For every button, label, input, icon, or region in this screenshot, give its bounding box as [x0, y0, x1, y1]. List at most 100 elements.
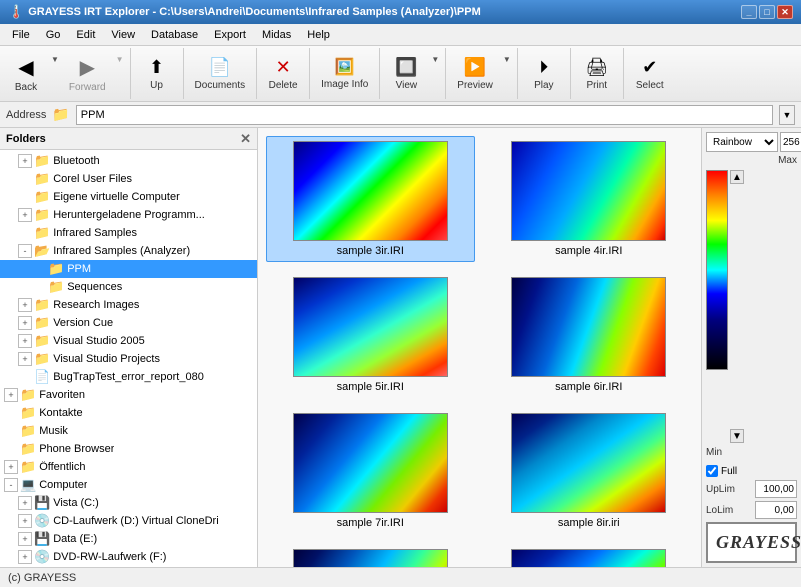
print-button[interactable]: 🖨 Print: [575, 49, 619, 99]
tree-expander[interactable]: +: [4, 460, 18, 474]
tree-item[interactable]: + 📱 Nokia Phone Browser: [0, 566, 257, 567]
tree-expander[interactable]: +: [18, 550, 32, 564]
select-button[interactable]: ✔ Select: [628, 49, 672, 99]
tree-expander[interactable]: +: [18, 532, 32, 546]
menu-export[interactable]: Export: [206, 26, 254, 43]
file-label: sample 6ir.IRI: [555, 381, 622, 393]
tree-expander[interactable]: +: [18, 208, 32, 222]
file-item[interactable]: sample 5ir.IRI: [266, 272, 475, 398]
file-item[interactable]: sample 3ir.IRI: [266, 136, 475, 262]
tree-item[interactable]: + 📁 Favoriten: [0, 386, 257, 404]
folders-close-button[interactable]: ✕: [240, 131, 251, 147]
tree-item[interactable]: 📄 BugTrapTest_error_report_080: [0, 368, 257, 386]
documents-button[interactable]: 📄 Documents: [188, 49, 253, 99]
tree-expander[interactable]: +: [18, 316, 32, 330]
tree-item[interactable]: - 💻 Computer: [0, 476, 257, 494]
tree-item[interactable]: + 📁 Visual Studio 2005: [0, 332, 257, 350]
tree-expander[interactable]: -: [4, 478, 18, 492]
folder-icon: 📄: [34, 369, 50, 385]
toolbar-imageinfo-group: 🖼️ Image Info: [314, 48, 380, 99]
tree-item[interactable]: + 💿 CD-Laufwerk (D:) Virtual CloneDri: [0, 512, 257, 530]
tree-expander[interactable]: +: [18, 154, 32, 168]
tree-item[interactable]: + 💾 Vista (C:): [0, 494, 257, 512]
file-item[interactable]: sample 4ir.IRI: [485, 136, 694, 262]
tree-item[interactable]: - 📂 Infrared Samples (Analyzer): [0, 242, 257, 260]
tree-item[interactable]: 📁 Phone Browser: [0, 440, 257, 458]
tree-item[interactable]: + 📁 Öffentlich: [0, 458, 257, 476]
view-arrow[interactable]: ▼: [429, 49, 441, 99]
delete-button[interactable]: ✕ Delete: [261, 49, 305, 99]
maximize-button[interactable]: □: [759, 5, 775, 19]
toolbar-docs-group: 📄 Documents: [188, 48, 258, 99]
file-item[interactable]: sample 6ir.IRI: [485, 272, 694, 398]
uplim-label: UpLim: [706, 484, 735, 495]
menu-go[interactable]: Go: [38, 26, 69, 43]
up-icon: ⬆: [149, 57, 164, 78]
file-item[interactable]: sample 8ir.iri: [485, 408, 694, 534]
menu-database[interactable]: Database: [143, 26, 206, 43]
back-arrow[interactable]: ▼: [49, 49, 61, 99]
menu-file[interactable]: File: [4, 26, 38, 43]
preview-arrow[interactable]: ▼: [501, 49, 513, 99]
menu-view[interactable]: View: [103, 26, 143, 43]
tree-item[interactable]: + 📁 Visual Studio Projects: [0, 350, 257, 368]
tree-expander[interactable]: -: [18, 244, 32, 258]
tree-item[interactable]: + 💾 Data (E:): [0, 530, 257, 548]
tree-expander[interactable]: +: [18, 334, 32, 348]
view-button[interactable]: 🔲 View: [384, 49, 428, 99]
close-button[interactable]: ✕: [777, 5, 793, 19]
file-item[interactable]: sample 7ir.IRI: [266, 408, 475, 534]
address-input[interactable]: [76, 105, 773, 125]
tree-item[interactable]: 📁 Kontakte: [0, 404, 257, 422]
full-checkbox[interactable]: [706, 465, 718, 477]
image-info-label: Image Info: [321, 79, 368, 90]
play-button[interactable]: ⏵ Play: [522, 49, 566, 99]
lolim-input[interactable]: [755, 501, 797, 519]
scale-down-button[interactable]: ▼: [730, 429, 744, 443]
tree-item[interactable]: 📁 Infrared Samples: [0, 224, 257, 242]
uplim-input[interactable]: [755, 480, 797, 498]
folders-panel: Folders ✕ + 📁 Bluetooth 📁 Corel User Fil…: [0, 128, 258, 567]
file-item[interactable]: sample 10ir.IRI: [485, 544, 694, 567]
tree-expander[interactable]: +: [18, 496, 32, 510]
scale-up-button[interactable]: ▲: [730, 170, 744, 184]
tree-item[interactable]: + 📁 Bluetooth: [0, 152, 257, 170]
tree-item[interactable]: + 💿 DVD-RW-Laufwerk (F:): [0, 548, 257, 566]
image-info-button[interactable]: 🖼️ Image Info: [314, 49, 375, 99]
forward-arrow[interactable]: ▼: [114, 49, 126, 99]
minimize-button[interactable]: _: [741, 5, 757, 19]
file-item[interactable]: sample 9ir.IRI: [266, 544, 475, 567]
tree-item[interactable]: 📁 Eigene virtuelle Computer: [0, 188, 257, 206]
back-button[interactable]: ◀ Back: [4, 49, 48, 99]
forward-button[interactable]: ▶ Forward: [62, 49, 113, 99]
tree-item[interactable]: + 📁 Heruntergeladene Programm...: [0, 206, 257, 224]
tree-item[interactable]: + 📁 Version Cue: [0, 314, 257, 332]
tree-expander[interactable]: +: [18, 298, 32, 312]
up-button[interactable]: ⬆ Up: [135, 49, 179, 99]
tree-expander[interactable]: +: [18, 514, 32, 528]
file-label: sample 8ir.iri: [558, 517, 620, 529]
tree-item[interactable]: + 📁 Research Images: [0, 296, 257, 314]
tree-item[interactable]: 📁 Sequences: [0, 278, 257, 296]
tree-expander: [4, 406, 18, 420]
toolbar-select-group: ✔ Select: [628, 48, 676, 99]
folder-icon: 💾: [34, 531, 50, 547]
view-label: View: [396, 80, 418, 91]
tree-item[interactable]: 📁 Musik: [0, 422, 257, 440]
tree-item[interactable]: 📁 PPM: [0, 260, 257, 278]
menu-edit[interactable]: Edit: [68, 26, 103, 43]
tree-expander[interactable]: +: [4, 388, 18, 402]
address-dropdown[interactable]: ▼: [779, 105, 795, 125]
preview-button[interactable]: ▶️ Preview: [450, 49, 500, 99]
menu-midas[interactable]: Midas: [254, 26, 299, 43]
scale-palette-dropdown[interactable]: Rainbow Grayscale Iron: [706, 132, 778, 152]
folders-tree[interactable]: + 📁 Bluetooth 📁 Corel User Files 📁 Eigen…: [0, 150, 257, 567]
toolbar-play-group: ⏵ Play: [522, 48, 571, 99]
tree-item-label: BugTrapTest_error_report_080: [53, 371, 204, 383]
lolim-label: LoLim: [706, 505, 733, 516]
tree-item-label: Data (E:): [53, 533, 97, 545]
scale-value-input[interactable]: [780, 132, 801, 152]
tree-item[interactable]: 📁 Corel User Files: [0, 170, 257, 188]
menu-help[interactable]: Help: [299, 26, 338, 43]
tree-expander[interactable]: +: [18, 352, 32, 366]
